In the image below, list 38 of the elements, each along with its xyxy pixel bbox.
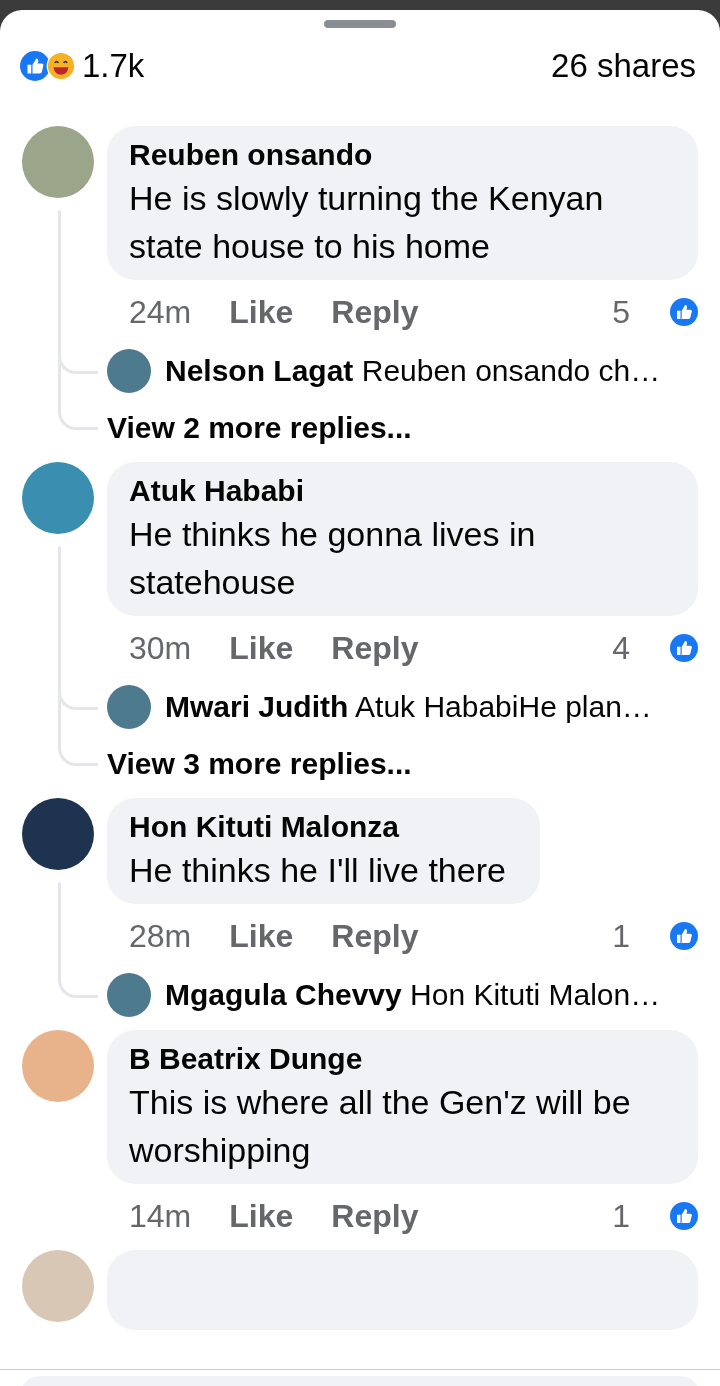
like-link[interactable]: Like	[229, 917, 294, 955]
like-count: 1	[612, 917, 630, 955]
comment-time: 24m	[129, 293, 192, 331]
shares-count[interactable]: 26 shares	[551, 47, 696, 85]
commenter-name[interactable]: Atuk Hababi	[129, 472, 664, 510]
like-icon	[670, 1202, 698, 1230]
reply-link[interactable]: Reply	[331, 917, 419, 955]
comment-time: 14m	[129, 1197, 192, 1235]
commenter-name[interactable]: Hon Kituti Malonza	[129, 808, 506, 846]
reply-preview[interactable]: Mgagula Chevvy Hon Kituti Malon…	[165, 978, 661, 1012]
like-link[interactable]: Like	[229, 1197, 294, 1235]
like-icon	[670, 634, 698, 662]
comment-text: This is where all the Gen'z will be worshipping	[129, 1082, 632, 1171]
laughing-emoji-icon	[46, 51, 76, 81]
reply-link[interactable]: Reply	[331, 293, 419, 331]
view-more-replies-link[interactable]: View 3 more replies...	[107, 742, 412, 786]
reaction-count[interactable]: 1.7k	[82, 47, 145, 85]
commenter-name[interactable]: B Beatrix Dunge	[129, 1040, 664, 1078]
view-more-replies-link[interactable]: View 2 more replies...	[107, 406, 412, 450]
like-link[interactable]: Like	[229, 293, 294, 331]
reply-preview[interactable]: Mwari Judith Atuk HababiHe plan…	[165, 690, 652, 724]
reply-link[interactable]: Reply	[331, 629, 419, 667]
comment-text: He thinks he I'll live there	[129, 850, 506, 891]
commenter-name[interactable]: Reuben onsando	[129, 136, 664, 174]
comment-text: He thinks he gonna lives in statehouse	[129, 514, 537, 603]
comment-time: 30m	[129, 629, 192, 667]
reply-link[interactable]: Reply	[331, 1197, 419, 1235]
comment-time: 28m	[129, 917, 192, 955]
like-icon	[670, 922, 698, 950]
like-link[interactable]: Like	[229, 629, 294, 667]
comment-text: He is slowly turning the Kenyan state house to his home	[129, 178, 605, 267]
like-icon	[20, 51, 50, 81]
drag-handle[interactable]	[324, 20, 396, 28]
like-count: 5	[612, 293, 630, 331]
like-count: 1	[612, 1197, 630, 1235]
reply-preview[interactable]: Nelson Lagat Reuben onsando ch…	[165, 354, 661, 388]
like-icon	[670, 298, 698, 326]
like-count: 4	[612, 629, 630, 667]
